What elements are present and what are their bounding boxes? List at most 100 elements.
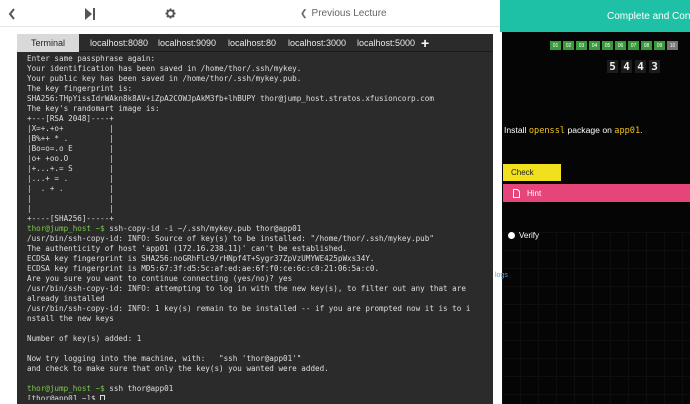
terminal-line-text: nstall the new keys <box>27 314 114 323</box>
timer-digit: 4 <box>621 60 632 73</box>
question-number[interactable]: 03 <box>576 41 587 50</box>
tab-localhost-3000[interactable]: localhost:3000 <box>288 34 346 52</box>
package-name: openssl <box>528 126 566 136</box>
complete-label: Complete and Continue <box>607 10 690 22</box>
question-number[interactable]: 08 <box>641 41 652 50</box>
question-navigator: 01 02 03 04 05 06 07 08 09 10 <box>550 41 678 50</box>
tab-localhost-5000[interactable]: localhost:5000 <box>357 34 415 52</box>
terminal-line: |X=+.+o+ | <box>27 124 493 134</box>
terminal-line: Your identification has been saved in /h… <box>27 64 493 74</box>
terminal-line-text: |Bo=o=.o E | <box>27 144 114 153</box>
shell-prompt: thor@jump_host ~$ <box>27 384 105 393</box>
terminal-line-text: Enter same passphrase again: <box>27 54 156 63</box>
terminal-line: |Bo=o=.o E | <box>27 144 493 154</box>
terminal-line: |o+ +oo.O | <box>27 154 493 164</box>
terminal-line-text: Now try logging into the machine, with: … <box>27 354 302 363</box>
task-panel: 01 02 03 04 05 06 07 08 09 10 5443 Install openss… <box>502 32 690 404</box>
terminal-line-text: |X=+.+o+ | <box>27 124 114 133</box>
tab-terminal[interactable]: Terminal <box>17 34 79 52</box>
terminal-window[interactable]: Terminal localhost:8080 localhost:9090 l… <box>17 34 493 404</box>
settings-button[interactable] <box>160 0 180 27</box>
terminal-line: already installed <box>27 294 493 304</box>
question-number[interactable]: 07 <box>628 41 639 50</box>
terminal-line: | | <box>27 204 493 214</box>
add-tab-icon[interactable]: + <box>421 34 429 52</box>
gear-icon <box>164 8 176 19</box>
terminal-line: |...+ = . | <box>27 174 493 184</box>
terminal-line: thor@jump_host ~$ ssh-copy-id -i ~/.ssh/… <box>27 224 493 234</box>
terminal-line-text: ECDSA key fingerprint is MD5:67:3f:d5:5c… <box>27 264 380 273</box>
file-icon <box>513 188 520 198</box>
terminal-line: /usr/bin/ssh-copy-id: INFO: attempting t… <box>27 284 493 294</box>
terminal-line: Your public key has been saved in /home/… <box>27 74 493 84</box>
hint-button[interactable]: Hint <box>503 184 690 202</box>
terminal-line: Now try logging into the machine, with: … <box>27 354 493 364</box>
terminal-line: The key fingerprint is: <box>27 84 493 94</box>
terminal-line-text: The authenticity of host 'app01 (172.16.… <box>27 244 348 253</box>
terminal-line-text: The key's randomart image is: <box>27 104 160 113</box>
terminal-line-text: ECDSA key fingerprint is SHA256:noGRhFlc… <box>27 254 375 263</box>
question-number[interactable]: 09 <box>654 41 665 50</box>
tab-localhost-8080[interactable]: localhost:8080 <box>90 34 148 52</box>
terminal-line-text: ssh thor@app01 <box>104 384 174 393</box>
question-number[interactable]: 04 <box>589 41 600 50</box>
tab-localhost-9090[interactable]: localhost:9090 <box>158 34 216 52</box>
terminal-line: ECDSA key fingerprint is SHA256:noGRhFlc… <box>27 254 493 264</box>
terminal-line-text: Your identification has been saved in /h… <box>27 64 302 73</box>
question-number[interactable]: 05 <box>602 41 613 50</box>
task-description: Install openssl package on app01. <box>504 125 643 136</box>
terminal-line-text: | | <box>27 204 114 213</box>
terminal-line-text: already installed <box>27 294 105 303</box>
radio-icon[interactable] <box>508 232 515 239</box>
tab-localhost-80[interactable]: localhost:80 <box>228 34 276 52</box>
question-number[interactable]: 01 <box>550 41 561 50</box>
timer-digit: 4 <box>635 60 646 73</box>
timer-digit: 5 <box>607 60 618 73</box>
terminal-line: |B%++ * . | <box>27 134 493 144</box>
terminal-line-text: | . + . | <box>27 184 114 193</box>
terminal-line-text: SHA256:THpYissIdrWAkn8k8AV+iZpA2COWJpAkM… <box>27 94 434 103</box>
terminal-line: nstall the new keys <box>27 314 493 324</box>
terminal-line: [thor@app01 ~]$ <box>27 394 493 400</box>
check-button[interactable]: Check <box>503 164 561 181</box>
previous-lecture-label: Previous Lecture <box>311 8 387 19</box>
chevron-left-icon: ❮ <box>300 8 308 18</box>
terminal-line-text: +---[RSA 2048]----+ <box>27 114 114 123</box>
terminal-line-text: |B%++ * . | <box>27 134 114 143</box>
timer-digit: 3 <box>649 60 660 73</box>
terminal-line: and check to make sure that only the key… <box>27 364 493 374</box>
terminal-line: ECDSA key fingerprint is MD5:67:3f:d5:5c… <box>27 264 493 274</box>
lab-page: ❮ Previous Lecture Complete and Continue… <box>0 0 690 404</box>
terminal-line-text: /usr/bin/ssh-copy-id: INFO: attempting t… <box>27 284 466 293</box>
complete-and-continue-button[interactable]: Complete and Continue <box>500 0 690 32</box>
terminal-line-text: and check to make sure that only the key… <box>27 364 329 373</box>
question-number[interactable]: 02 <box>563 41 574 50</box>
skip-icon <box>85 7 95 20</box>
terminal-line: Are you sure you want to continue connec… <box>27 274 493 284</box>
shell-prompt: thor@jump_host ~$ <box>27 224 105 233</box>
terminal-line-text: |+...+.= S | <box>27 164 114 173</box>
terminal-line-text: |...+ = . | <box>27 174 114 183</box>
chevron-left-icon <box>8 7 15 20</box>
terminal-tabs: Terminal localhost:8080 localhost:9090 l… <box>17 34 493 52</box>
skip-sidebar-button[interactable] <box>80 0 100 27</box>
terminal-line: thor@jump_host ~$ ssh thor@app01 <box>27 384 493 394</box>
terminal-line-text: /usr/bin/ssh-copy-id: INFO: Source of ke… <box>27 234 434 243</box>
verify-option[interactable]: Verify <box>508 231 539 240</box>
previous-lecture-link[interactable]: ❮ Previous Lecture <box>300 0 387 27</box>
logs-link[interactable]: logs <box>495 272 508 279</box>
terminal-line: +---[RSA 2048]----+ <box>27 114 493 124</box>
question-number[interactable]: 06 <box>615 41 626 50</box>
terminal-output[interactable]: Enter same passphrase again: Your identif… <box>27 54 493 400</box>
terminal-line-text: /usr/bin/ssh-copy-id: INFO: 1 key(s) rem… <box>27 304 471 313</box>
question-number[interactable]: 10 <box>667 41 678 50</box>
terminal-line: /usr/bin/ssh-copy-id: INFO: 1 key(s) rem… <box>27 304 493 314</box>
terminal-line: The key's randomart image is: <box>27 104 493 114</box>
terminal-line-text: Number of key(s) added: 1 <box>27 334 142 343</box>
terminal-line-text: Are you sure you want to continue connec… <box>27 274 293 283</box>
sidebar-toggle-button[interactable] <box>0 0 24 27</box>
terminal-line-text: |o+ +oo.O | <box>27 154 114 163</box>
